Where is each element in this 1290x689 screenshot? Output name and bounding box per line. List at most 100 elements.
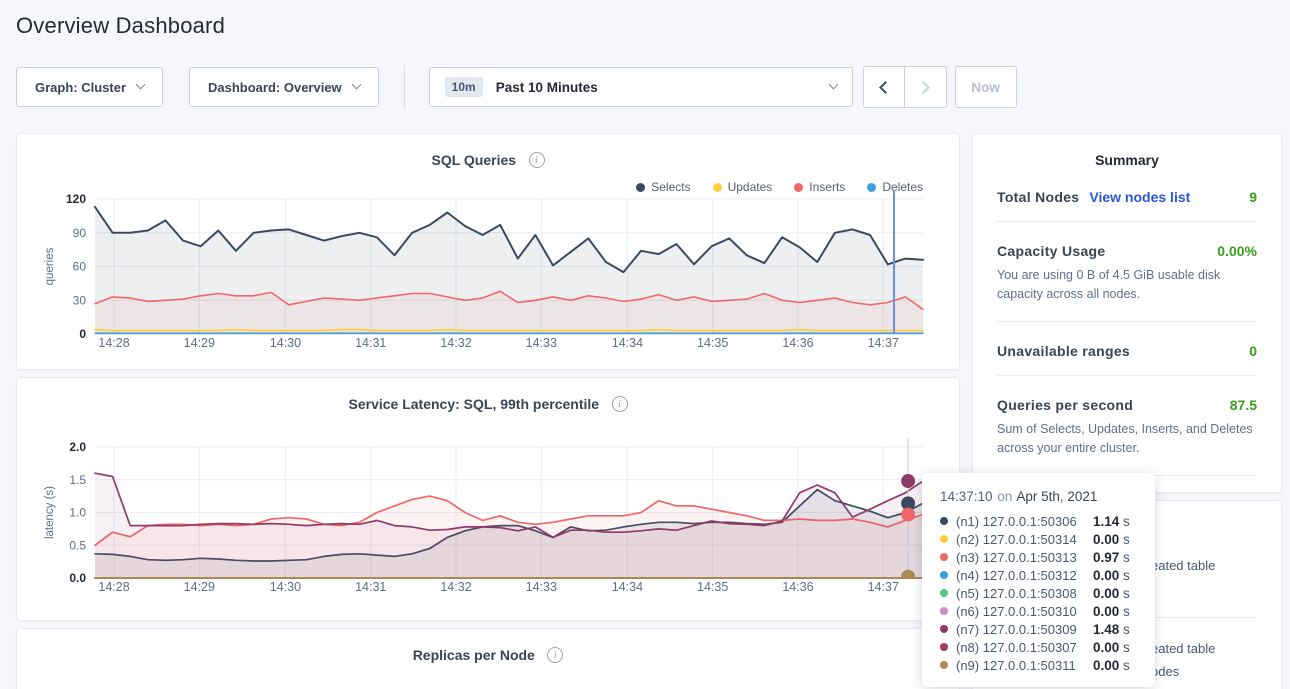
sql-queries-chart-card: SQL Queries i SelectsUpdatesInsertsDelet… (16, 133, 960, 370)
graph-selector-label: Graph: Cluster (35, 80, 126, 95)
event-item-text[interactable]: eated table (1151, 558, 1215, 573)
chart-title-service-latency: Service Latency: SQL, 99th percentile (349, 396, 600, 412)
overview-dashboard-page: Overview Dashboard Graph: Cluster Dashbo… (0, 0, 1290, 689)
svg-text:90: 90 (73, 226, 87, 240)
summary-metric-label: Total Nodes (997, 189, 1079, 205)
now-button[interactable]: Now (955, 66, 1017, 108)
summary-metric-value: 87.5 (1230, 397, 1257, 413)
tooltip-node-value: 0.00 s (1093, 658, 1139, 673)
replicas-chart-card: Replicas per Node i (16, 628, 960, 689)
time-step-buttons (863, 66, 947, 108)
summary-row: Unavailable ranges0 (997, 343, 1257, 359)
time-range-dropdown[interactable]: 10m Past 10 Minutes (429, 67, 853, 107)
summary-panel: Summary Total NodesView nodes list9Capac… (972, 133, 1282, 493)
tooltip-node-value: 0.00 s (1093, 604, 1139, 619)
node-color-dot-icon (940, 625, 948, 633)
chevron-down-icon (351, 80, 361, 90)
divider (997, 221, 1257, 222)
summary-metric-label: Capacity Usage (997, 243, 1105, 259)
svg-text:30: 30 (73, 293, 87, 307)
dashboard-selector-dropdown[interactable]: Dashboard: Overview (189, 67, 379, 107)
time-prev-button[interactable] (863, 66, 905, 108)
tooltip-node-value: 0.00 s (1093, 586, 1139, 601)
summary-row: Capacity Usage0.00%You are using 0 B of … (997, 243, 1257, 305)
summary-row: Total Nodes View nodes list 9 (997, 189, 1257, 205)
svg-text:14:34: 14:34 (612, 336, 643, 350)
tooltip-node-address: (n8) 127.0.0.1:50307 (956, 640, 1077, 655)
svg-text:14:33: 14:33 (526, 336, 557, 350)
time-window-badge: 10m (445, 77, 483, 97)
tooltip-node-address: (n6) 127.0.0.1:50310 (956, 604, 1077, 619)
chevron-down-icon (136, 80, 146, 90)
tooltip-timestamp: 14:37:10 on Apr 5th, 2021 (940, 489, 1139, 504)
svg-text:14:28: 14:28 (98, 580, 129, 594)
svg-text:14:32: 14:32 (440, 580, 471, 594)
svg-text:14:32: 14:32 (440, 336, 471, 350)
tooltip-node-address: (n7) 127.0.0.1:50309 (956, 622, 1077, 637)
svg-text:14:34: 14:34 (612, 580, 643, 594)
page-title: Overview Dashboard (16, 13, 225, 39)
time-next-button[interactable] (905, 66, 947, 108)
graph-selector-dropdown[interactable]: Graph: Cluster (16, 67, 163, 107)
chart-hover-tooltip: 14:37:10 on Apr 5th, 2021 (n1) 127.0.0.1… (922, 473, 1155, 687)
svg-text:14:35: 14:35 (697, 336, 728, 350)
controls-divider (404, 65, 405, 109)
chart-title-sql-queries: SQL Queries (431, 152, 516, 168)
node-color-dot-icon (940, 571, 948, 579)
info-icon[interactable]: i (547, 647, 563, 663)
info-icon[interactable]: i (529, 152, 545, 168)
svg-text:14:36: 14:36 (782, 580, 813, 594)
info-icon[interactable]: i (612, 396, 628, 412)
svg-text:120: 120 (66, 192, 86, 206)
svg-text:14:30: 14:30 (270, 580, 301, 594)
svg-text:14:35: 14:35 (697, 580, 728, 594)
svg-text:60: 60 (73, 260, 87, 274)
svg-text:1.0: 1.0 (69, 506, 86, 520)
latency-chart-card: Service Latency: SQL, 99th percentile i … (16, 377, 960, 621)
svg-text:2.0: 2.0 (69, 440, 86, 454)
dashboard-controls: Graph: Cluster Dashboard: Overview 10m P… (16, 66, 1017, 108)
tooltip-node-row: (n7) 127.0.0.1:50309 1.48 s (940, 620, 1139, 638)
svg-text:0.0: 0.0 (69, 571, 86, 585)
svg-text:0: 0 (79, 327, 86, 341)
tooltip-date: Apr 5th, 2021 (1016, 489, 1097, 504)
tooltip-node-row: (n8) 127.0.0.1:503070.00 s (940, 638, 1139, 656)
node-color-dot-icon (940, 643, 948, 651)
chevron-down-icon (828, 80, 838, 90)
divider (997, 321, 1257, 322)
svg-text:14:30: 14:30 (270, 336, 301, 350)
summary-rows: Total Nodes View nodes list 9 Capacity Usag… (973, 189, 1281, 513)
view-nodes-list-link[interactable]: View nodes list (1089, 189, 1190, 205)
tooltip-node-row: (n2) 127.0.0.1:50314 0.00 s (940, 530, 1139, 548)
tooltip-node-value: 0.00 s (1093, 532, 1139, 547)
tooltip-node-row: (n4) 127.0.0.1:503120.00 s (940, 566, 1139, 584)
service-latency-chart[interactable]: 0.00.51.01.52.014:2814:2914:3014:3114:32… (17, 428, 961, 603)
chevron-right-icon (917, 81, 930, 94)
event-item-text[interactable]: eated table (1151, 641, 1215, 656)
summary-metric-description: Sum of Selects, Updates, Inserts, and De… (997, 420, 1257, 459)
tooltip-node-address: (n2) 127.0.0.1:50314 (956, 532, 1077, 547)
tooltip-node-address: (n9) 127.0.0.1:50311 (956, 658, 1076, 673)
node-color-dot-icon (940, 607, 948, 615)
chart-title-replicas-per-node: Replicas per Node (413, 647, 535, 663)
tooltip-node-rows: (n1) 127.0.0.1:503061.14 s(n2) 127.0.0.1… (940, 512, 1139, 674)
divider (997, 375, 1257, 376)
svg-text:queries: queries (44, 247, 56, 285)
summary-metric-label: Queries per second (997, 397, 1133, 413)
tooltip-time: 14:37:10 (940, 489, 993, 504)
node-color-dot-icon (940, 589, 948, 597)
event-item-text[interactable]: odes (1151, 664, 1179, 679)
chevron-left-icon (879, 81, 892, 94)
tooltip-node-address: (n3) 127.0.0.1:50313 (956, 550, 1077, 565)
svg-text:14:31: 14:31 (355, 580, 386, 594)
svg-text:latency (s): latency (s) (44, 486, 56, 539)
tooltip-connector: on (997, 489, 1012, 504)
node-color-dot-icon (940, 661, 948, 669)
tooltip-node-value: 1.48 s (1093, 622, 1139, 637)
svg-text:14:29: 14:29 (184, 336, 215, 350)
summary-metric-label: Unavailable ranges (997, 343, 1130, 359)
summary-metric-value: 9 (1249, 189, 1257, 205)
sql-queries-chart[interactable]: 030609012014:2814:2914:3014:3114:3214:33… (17, 184, 961, 359)
svg-text:14:29: 14:29 (184, 580, 215, 594)
tooltip-node-row: (n6) 127.0.0.1:50310 0.00 s (940, 602, 1139, 620)
